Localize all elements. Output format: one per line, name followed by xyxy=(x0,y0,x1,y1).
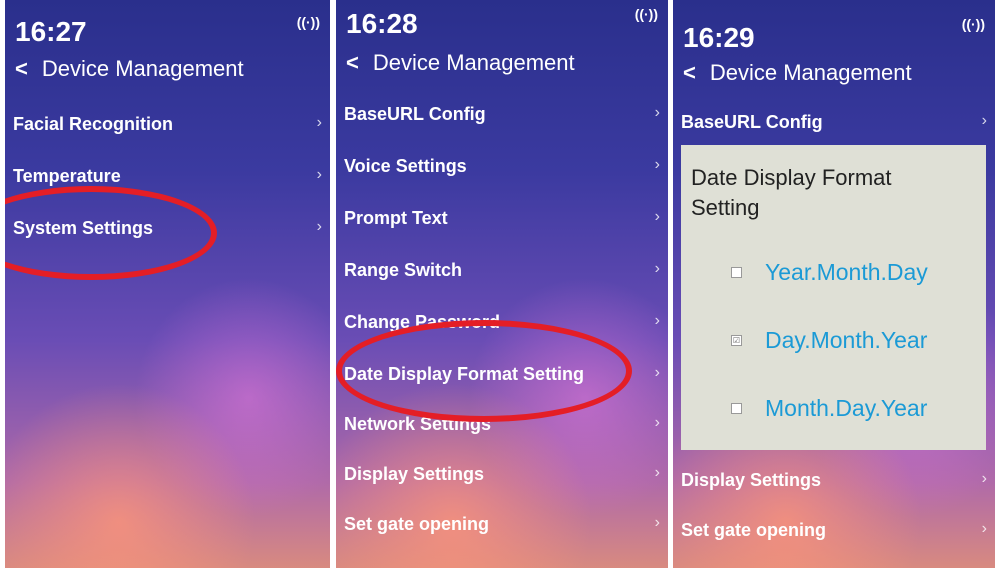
menu-item-label: Prompt Text xyxy=(344,208,448,228)
checkbox-checked-icon[interactable]: ☑ xyxy=(731,335,742,346)
menu-item-label: Network Settings xyxy=(344,414,492,434)
option-label: Month.Day.Year xyxy=(765,395,928,421)
back-header[interactable]: < Device Management xyxy=(15,56,244,82)
back-icon[interactable]: < xyxy=(15,56,28,82)
checkbox-icon[interactable] xyxy=(731,403,742,414)
chevron-right-icon: › xyxy=(981,470,987,487)
menu-item-network-settings[interactable]: Network Settings › xyxy=(336,400,668,452)
chevron-right-icon: › xyxy=(316,114,322,131)
menu-item-display-settings[interactable]: Display Settings › xyxy=(673,456,995,508)
menu-item-label: Display Settings xyxy=(681,470,822,490)
menu-item-set-gate-opening[interactable]: Set gate opening › xyxy=(673,506,995,558)
chevron-right-icon: › xyxy=(316,166,322,183)
menu-item-date-display-format[interactable]: Date Display Format Setting › xyxy=(336,350,668,402)
back-header[interactable]: < Device Management xyxy=(683,60,912,86)
menu-item-label: Set gate opening xyxy=(681,520,827,540)
menu-item-set-gate-opening[interactable]: Set gate opening › xyxy=(336,500,668,552)
chevron-right-icon: › xyxy=(316,218,322,235)
chevron-right-icon: › xyxy=(654,364,660,381)
menu-item-display-settings[interactable]: Display Settings › xyxy=(336,450,668,502)
menu-item-label: Set gate opening xyxy=(344,514,490,534)
menu-item-label: Display Settings xyxy=(344,464,485,484)
chevron-right-icon: › xyxy=(981,112,987,129)
menu-item-label: System Settings xyxy=(13,218,154,238)
menu-item-label: Voice Settings xyxy=(344,156,467,176)
chevron-right-icon: › xyxy=(981,520,987,537)
menu-item-label: BaseURL Config xyxy=(681,112,823,132)
chevron-right-icon: › xyxy=(654,208,660,225)
menu-item-facial-recognition[interactable]: Facial Recognition › xyxy=(5,100,330,152)
option-year-month-day[interactable]: Year.Month.Day xyxy=(681,253,986,293)
chevron-right-icon: › xyxy=(654,156,660,173)
status-time: 16:27 xyxy=(15,16,87,47)
page-title: Device Management xyxy=(709,60,912,85)
chevron-right-icon: › xyxy=(654,514,660,531)
signal-icon: ((·)) xyxy=(634,6,658,22)
menu-item-label: Change Password xyxy=(344,312,501,332)
back-icon[interactable]: < xyxy=(346,50,359,76)
chevron-right-icon: › xyxy=(654,312,660,329)
menu-item-label: Date Display Format Setting xyxy=(344,364,585,384)
dialog-title: Date Display Format Setting xyxy=(691,165,892,220)
menu-item-voice-settings[interactable]: Voice Settings › xyxy=(336,142,668,194)
date-format-dialog: Date Display Format Setting Year.Month.D… xyxy=(681,145,986,450)
page-title: Device Management xyxy=(41,56,244,81)
chevron-right-icon: › xyxy=(654,104,660,121)
option-month-day-year[interactable]: Month.Day.Year xyxy=(681,389,986,429)
back-header[interactable]: < Device Management xyxy=(346,50,575,76)
back-icon[interactable]: < xyxy=(683,60,696,86)
page-title: Device Management xyxy=(372,50,575,75)
option-label: Day.Month.Year xyxy=(765,327,928,353)
screen-2: 16:28 ((·)) < Device Management BaseURL … xyxy=(336,0,668,568)
option-label: Year.Month.Day xyxy=(765,259,928,285)
screen-1: 16:27 ((·)) < Device Management Facial R… xyxy=(5,0,330,568)
chevron-right-icon: › xyxy=(654,414,660,431)
menu-item-baseurl-config[interactable]: BaseURL Config › xyxy=(673,98,995,150)
menu-item-label: Temperature xyxy=(13,166,121,186)
chevron-right-icon: › xyxy=(654,260,660,277)
signal-icon: ((·)) xyxy=(296,14,320,30)
menu-item-system-settings[interactable]: System Settings › xyxy=(5,204,330,256)
menu-item-temperature[interactable]: Temperature › xyxy=(5,152,330,204)
checkbox-icon[interactable] xyxy=(731,267,742,278)
menu-item-label: BaseURL Config xyxy=(344,104,486,124)
screen-3: 16:29 ((·)) < Device Management BaseURL … xyxy=(673,0,995,568)
menu-item-prompt-text[interactable]: Prompt Text › xyxy=(336,194,668,246)
menu-item-change-password[interactable]: Change Password › xyxy=(336,298,668,350)
menu-item-range-switch[interactable]: Range Switch › xyxy=(336,246,668,298)
signal-icon: ((·)) xyxy=(961,16,985,32)
menu-item-baseurl-config[interactable]: BaseURL Config › xyxy=(336,90,668,142)
menu-item-label: Facial Recognition xyxy=(13,114,174,134)
option-day-month-year[interactable]: ☑ Day.Month.Year xyxy=(681,321,986,361)
status-time: 16:29 xyxy=(683,22,755,53)
menu-item-label: Range Switch xyxy=(344,260,463,280)
chevron-right-icon: › xyxy=(654,464,660,481)
status-time: 16:28 xyxy=(346,8,418,39)
